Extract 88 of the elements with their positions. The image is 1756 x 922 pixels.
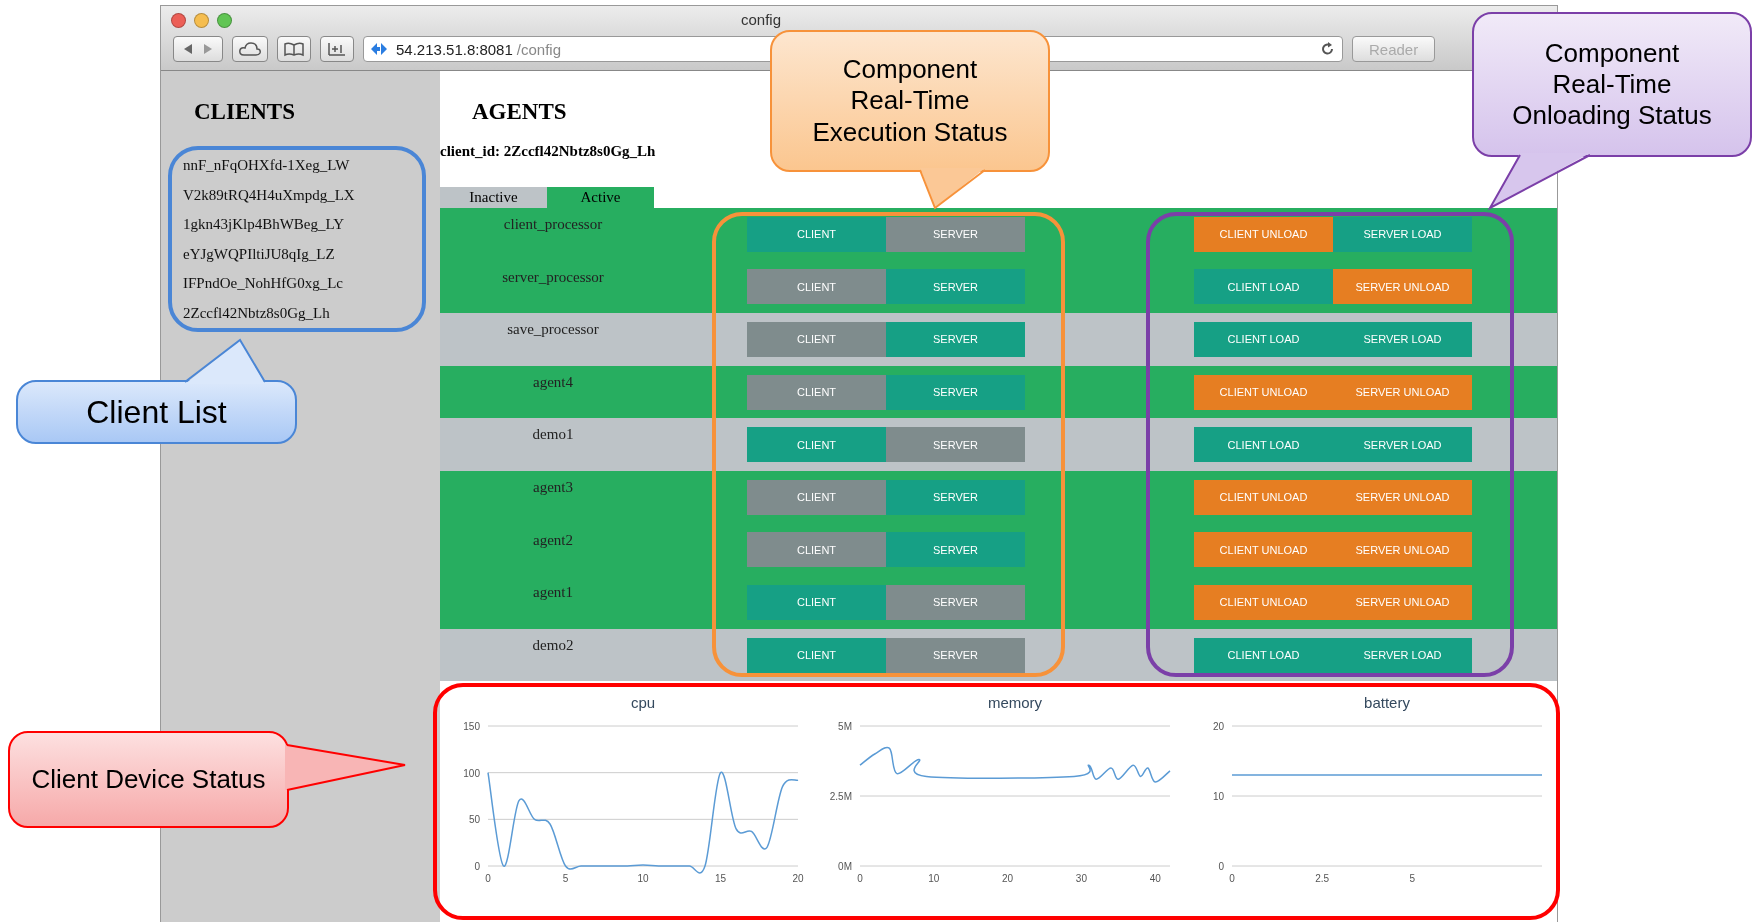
agent-name: server_processor bbox=[501, 267, 605, 286]
client-item[interactable]: nnF_nFqOHXfd-1Xeg_LW bbox=[183, 157, 440, 187]
tick-label: 0 bbox=[474, 861, 480, 873]
tick-label: 0 bbox=[857, 873, 863, 885]
tick-label: 0 bbox=[485, 873, 491, 885]
onloading-button[interactable]: CLIENT LOAD bbox=[1194, 322, 1333, 357]
agents-heading: AGENTS bbox=[472, 99, 567, 125]
tick-label: 150 bbox=[463, 721, 480, 733]
tick-label: 5M bbox=[838, 721, 852, 733]
clients-heading: CLIENTS bbox=[193, 99, 296, 126]
tick-label: 30 bbox=[1075, 873, 1087, 885]
onloading-button[interactable]: CLIENT UNLOAD bbox=[1194, 479, 1333, 515]
tick-label: 100 bbox=[463, 768, 480, 779]
tick-label: 5 bbox=[562, 873, 569, 885]
tab[interactable]: Inactive bbox=[440, 187, 547, 208]
agent-name: client_processor bbox=[502, 215, 604, 233]
client-item[interactable]: eYJgWQPIltiJU8qIg_LZ bbox=[183, 245, 440, 276]
onloading-button[interactable]: CLIENT LOAD bbox=[1194, 637, 1333, 673]
execution-button[interactable]: SERVER bbox=[886, 532, 1025, 568]
tick-label: 10 bbox=[637, 873, 649, 885]
tick-label: 2.5M bbox=[829, 791, 852, 803]
onloading-button[interactable]: SERVER LOAD bbox=[1333, 427, 1472, 463]
agent-name: agent1 bbox=[532, 583, 574, 602]
tick-label: 10 bbox=[928, 873, 940, 885]
onloading-button[interactable]: CLIENT UNLOAD bbox=[1194, 216, 1333, 252]
execution-button[interactable]: SERVER bbox=[886, 216, 1025, 252]
tick-label: 20 bbox=[1212, 721, 1224, 733]
execution-button[interactable]: SERVER bbox=[886, 374, 1025, 410]
execution-button[interactable]: CLIENT bbox=[747, 637, 886, 673]
agent-name: save_processor bbox=[506, 320, 600, 339]
tick-label: 0 bbox=[1218, 861, 1224, 873]
client-item[interactable]: IFPndOe_NohHfG0xg_Lc bbox=[183, 275, 440, 305]
execution-button[interactable]: CLIENT bbox=[747, 532, 886, 568]
execution-button[interactable]: SERVER bbox=[886, 637, 1025, 673]
agent-name: agent2 bbox=[532, 530, 574, 549]
tick-label: 10 bbox=[1212, 791, 1224, 803]
execution-button[interactable]: CLIENT bbox=[747, 374, 886, 410]
onloading-button[interactable]: CLIENT UNLOAD bbox=[1194, 584, 1333, 620]
execution-button[interactable]: SERVER bbox=[886, 479, 1025, 515]
execution-button[interactable]: SERVER bbox=[886, 427, 1025, 463]
callout-tooltip: Component Real-Time Execution Status bbox=[770, 30, 1050, 172]
tick-label: 20 bbox=[1002, 873, 1014, 885]
execution-button[interactable]: SERVER bbox=[886, 322, 1025, 357]
client-item[interactable]: 2Zccfl42Nbtz8s0Gg_Lh bbox=[183, 304, 440, 335]
onloading-button[interactable]: SERVER UNLOAD bbox=[1333, 374, 1472, 410]
onloading-button[interactable]: SERVER UNLOAD bbox=[1333, 584, 1472, 620]
onloading-button[interactable]: SERVER LOAD bbox=[1333, 322, 1472, 357]
execution-button[interactable]: CLIENT bbox=[747, 584, 886, 620]
execution-button[interactable]: CLIENT bbox=[747, 427, 886, 463]
onloading-button[interactable]: CLIENT LOAD bbox=[1194, 427, 1333, 463]
onloading-button[interactable]: CLIENT LOAD bbox=[1194, 269, 1333, 305]
tick-label: 0M bbox=[838, 861, 852, 873]
onloading-button[interactable]: SERVER LOAD bbox=[1333, 637, 1472, 673]
tick-label: 0 bbox=[1229, 873, 1235, 885]
tab[interactable]: Active bbox=[547, 187, 654, 208]
execution-button[interactable]: CLIENT bbox=[747, 479, 886, 515]
tick-label: 40 bbox=[1149, 873, 1161, 885]
client-item[interactable]: 1gkn43jKlp4BhWBeg_LY bbox=[183, 216, 440, 246]
agent-name: agent3 bbox=[532, 477, 574, 496]
onloading-button[interactable]: CLIENT UNLOAD bbox=[1194, 532, 1333, 568]
execution-button[interactable]: SERVER bbox=[886, 269, 1025, 305]
onloading-button[interactable]: SERVER UNLOAD bbox=[1333, 479, 1472, 515]
agent-name: demo1 bbox=[531, 425, 575, 444]
tick-label: 2.5 bbox=[1315, 873, 1330, 885]
onloading-button[interactable]: CLIENT UNLOAD bbox=[1194, 374, 1333, 410]
chart-title: memory bbox=[987, 694, 1043, 712]
tick-label: 15 bbox=[714, 873, 727, 885]
onloading-button[interactable]: SERVER LOAD bbox=[1333, 216, 1472, 252]
client-item[interactable]: V2k89tRQ4H4uXmpdg_LX bbox=[183, 186, 440, 217]
callout-tooltip: Client List bbox=[16, 380, 297, 444]
onloading-button[interactable]: SERVER UNLOAD bbox=[1333, 532, 1472, 568]
chart-title: battery bbox=[1364, 694, 1410, 712]
tick-label: 5 bbox=[1409, 873, 1415, 885]
tick-label: 20 bbox=[792, 873, 804, 885]
window-title: config bbox=[741, 11, 782, 28]
execution-button[interactable]: SERVER bbox=[886, 584, 1025, 620]
agent-name: agent4 bbox=[532, 372, 574, 391]
callout-tooltip: Client Device Status bbox=[8, 731, 289, 828]
execution-button[interactable]: CLIENT bbox=[747, 269, 886, 305]
onloading-button[interactable]: SERVER UNLOAD bbox=[1333, 269, 1472, 305]
callout-tooltip: Component Real-Time Onloading Status bbox=[1472, 12, 1752, 157]
tick-label: 50 bbox=[468, 814, 480, 826]
execution-button[interactable]: CLIENT bbox=[747, 216, 886, 252]
client-id: client_id: 2Zccfl42Nbtz8s0Gg_Lh bbox=[440, 143, 656, 161]
agent-name: demo2 bbox=[531, 635, 575, 654]
reader-button[interactable]: Reader bbox=[1352, 36, 1436, 62]
execution-button[interactable]: CLIENT bbox=[747, 322, 886, 357]
chart-title: cpu bbox=[630, 694, 656, 712]
